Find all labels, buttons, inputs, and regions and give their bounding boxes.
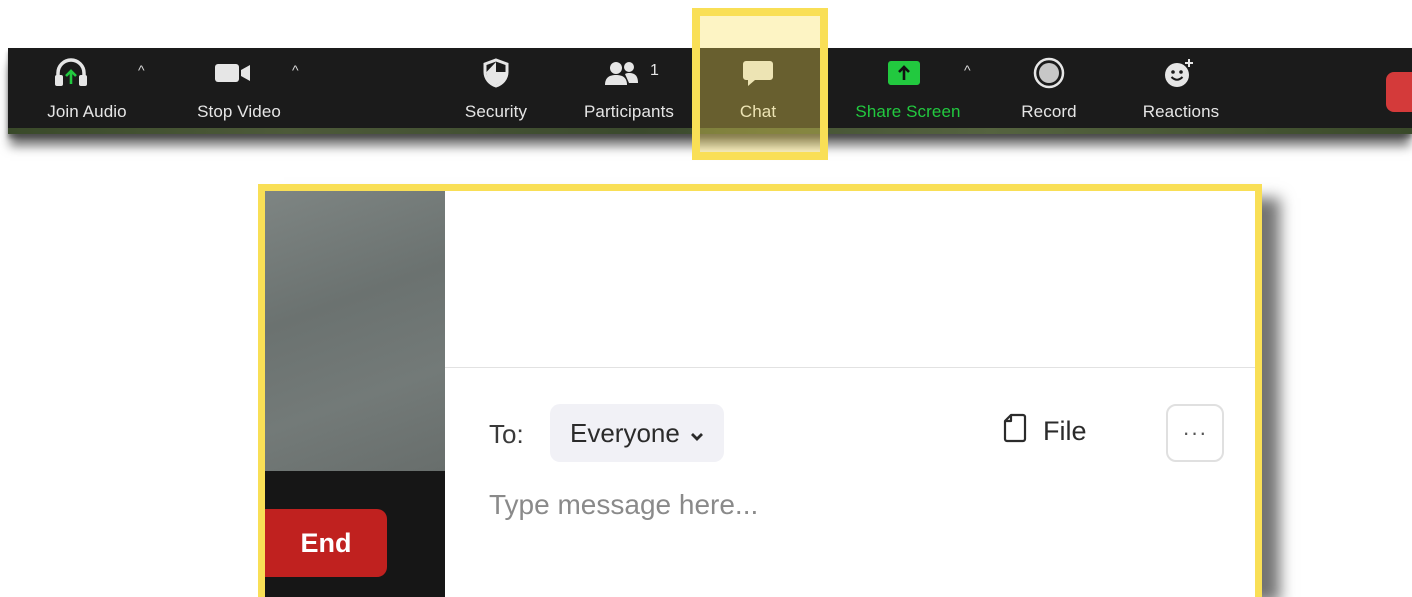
security-label: Security [464,102,528,121]
video-strip: End [265,191,445,597]
join-audio-label: Join Audio [47,102,127,121]
end-meeting-button[interactable]: End [265,509,387,577]
video-options-caret[interactable]: ^ [292,63,299,77]
emoji-add-icon [1124,58,1234,88]
participants-label: Participants [583,102,675,121]
audio-options-caret[interactable]: ^ [138,63,145,77]
end-meeting-button-edge[interactable] [1386,72,1412,112]
ellipsis-icon: ··· [1182,420,1208,445]
video-camera-icon [178,58,288,88]
file-label: File [1043,416,1087,446]
recipient-value: Everyone [570,417,680,448]
more-options-button[interactable]: ··· [1166,404,1224,462]
share-screen-button[interactable]: ^ Share Screen [838,48,978,128]
reactions-button[interactable]: Reactions [1126,48,1236,128]
chevron-down-icon [690,418,704,449]
stop-video-button[interactable]: ^ Stop Video [184,48,299,128]
reactions-label: Reactions [1142,102,1220,121]
chat-panel-callout: End To: Everyone File ··· [258,184,1262,597]
document-icon [1003,413,1027,450]
join-audio-button[interactable]: ^ Join Audio [32,48,145,128]
message-input[interactable] [489,483,1169,527]
record-label: Record [1021,102,1077,121]
share-screen-arrow-icon [834,58,974,88]
shield-icon [446,58,546,88]
record-circle-icon [1004,57,1094,89]
security-button[interactable]: Security [446,48,546,128]
share-screen-label: Share Screen [855,102,961,121]
people-icon [558,58,688,88]
chat-divider [445,367,1255,368]
participants-button[interactable]: 1 Participants [564,48,694,128]
record-button[interactable]: Record [1004,48,1094,128]
headphones-icon [16,58,126,88]
file-button[interactable]: File [1003,413,1087,450]
chat-panel: To: Everyone File ··· [445,191,1255,597]
participant-count-badge: 1 [650,62,659,79]
recipient-dropdown[interactable]: Everyone [550,404,724,462]
chat-button-highlight [692,8,828,160]
video-feed [265,191,445,471]
share-options-caret[interactable]: ^ [964,63,971,77]
to-label: To: [489,419,524,449]
stop-video-label: Stop Video [197,102,281,121]
